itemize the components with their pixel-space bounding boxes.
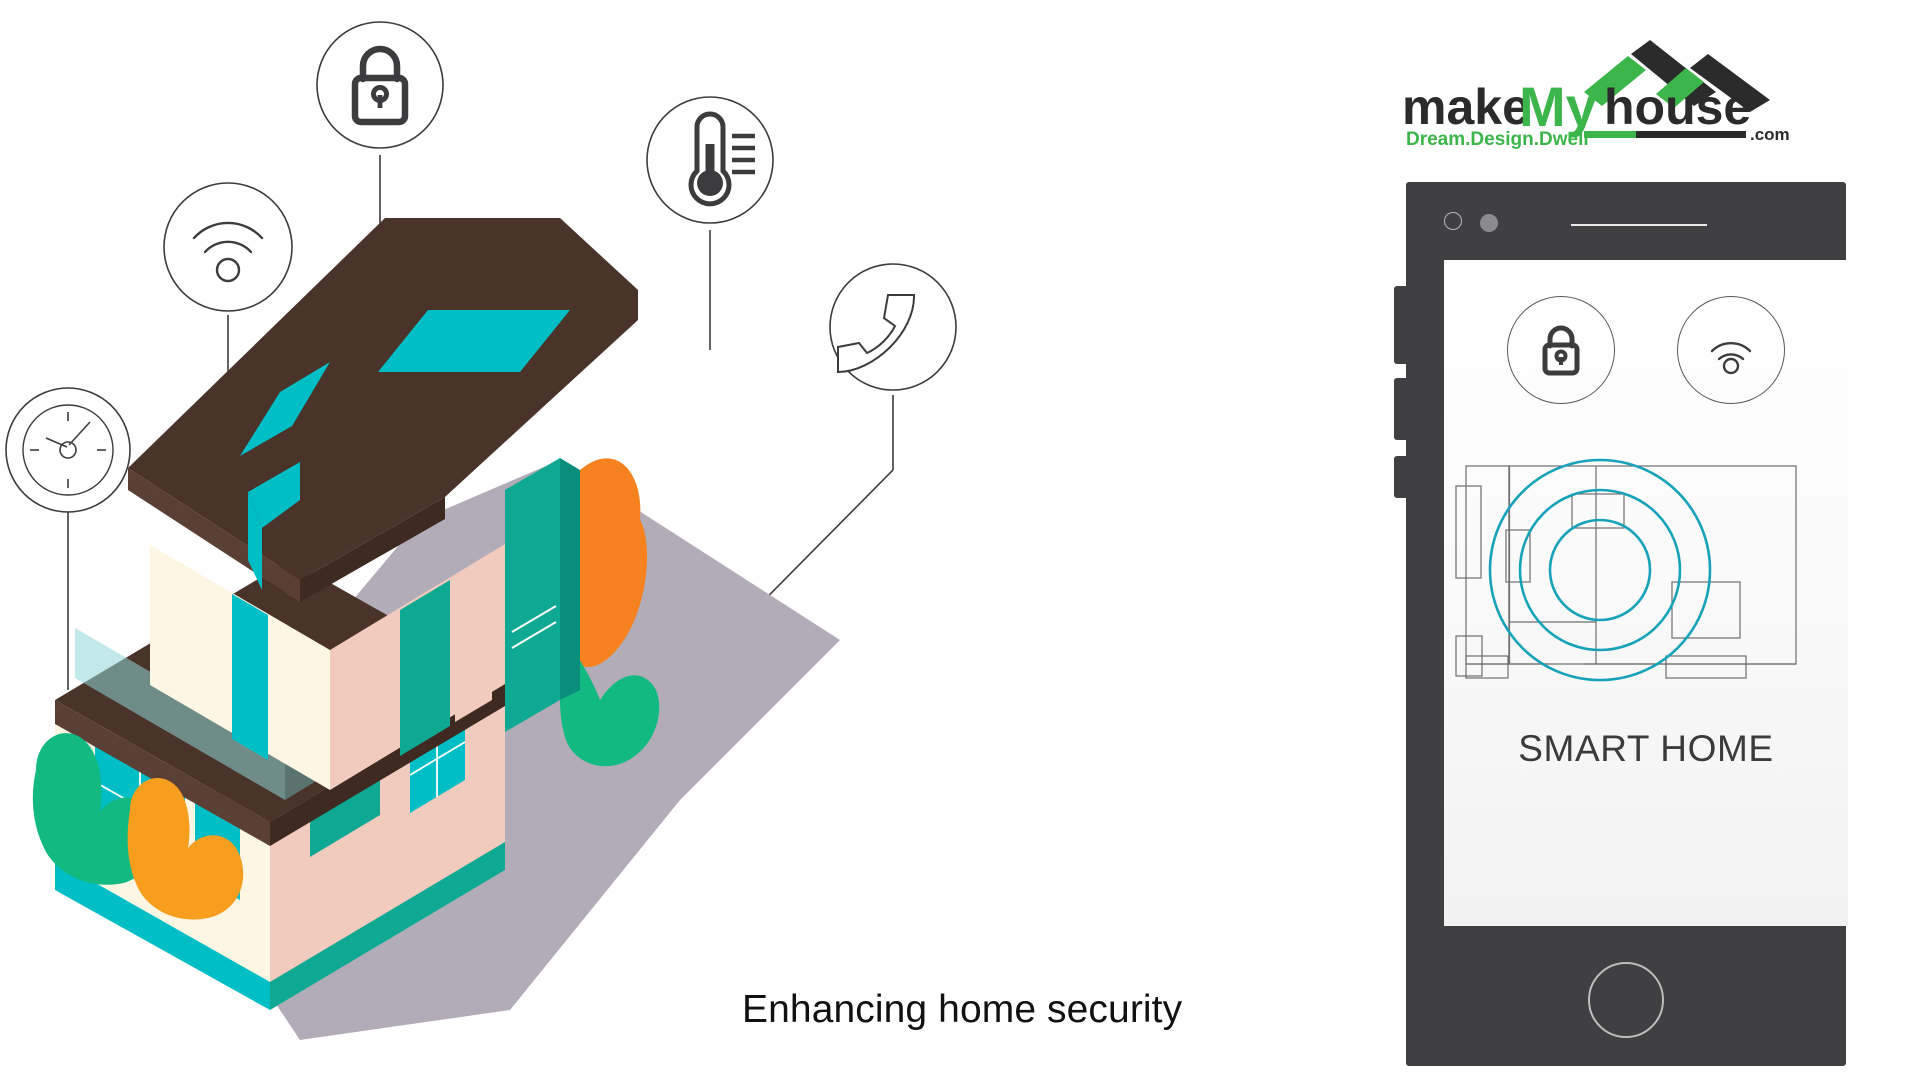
floorplan-diagram xyxy=(1444,448,1848,688)
logo-tagline: Dream.Design.Dwell xyxy=(1406,129,1589,150)
lock-icon xyxy=(1542,325,1580,376)
logo-underline-green xyxy=(1584,131,1636,138)
signal-ring-mid xyxy=(1518,488,1682,652)
phone-screen[interactable]: SMART HOME xyxy=(1444,260,1848,926)
logo-text-make: make xyxy=(1402,79,1530,135)
logo-text-domain: .com xyxy=(1750,125,1790,144)
app-lock-button[interactable] xyxy=(1507,296,1615,404)
column-teal-upper-right xyxy=(400,580,450,756)
tower-teal-side xyxy=(560,458,580,700)
signal-rings xyxy=(1488,458,1712,682)
phone-icon xyxy=(829,263,957,391)
pillar-blush xyxy=(455,555,492,722)
right-panel: make My house .com Dream.Design.Dwell SM… xyxy=(1380,0,1920,1080)
column-teal-upper-left xyxy=(232,594,268,760)
wifi-icon xyxy=(163,182,293,312)
signal-ring-outer xyxy=(1488,458,1712,682)
logo-text-house: house xyxy=(1604,79,1751,135)
canvas-root: Enhancing home security make My house .c… xyxy=(0,0,1920,1080)
proximity-sensor-icon xyxy=(1480,214,1498,232)
home-button[interactable] xyxy=(1588,962,1664,1038)
thermometer-icon xyxy=(646,96,774,224)
logo-underline-dark xyxy=(1636,131,1746,138)
app-wifi-button[interactable] xyxy=(1677,296,1785,404)
smart-house-illustration xyxy=(0,0,1080,1080)
earpiece-speaker xyxy=(1571,224,1707,226)
wifi-icon xyxy=(1710,341,1752,375)
page-caption: Enhancing home security xyxy=(742,988,1183,1031)
tower-teal-face xyxy=(505,458,560,732)
phone-frame: SMART HOME xyxy=(1406,182,1848,1066)
front-camera-icon xyxy=(1444,212,1462,230)
signal-ring-inner xyxy=(1548,518,1652,622)
phone-mockup: SMART HOME xyxy=(1386,182,1848,1066)
app-icon-row xyxy=(1444,296,1848,404)
lock-icon xyxy=(316,21,444,149)
screen-title: SMART HOME xyxy=(1518,728,1774,769)
clock-icon xyxy=(5,387,131,513)
brand-logo[interactable]: make My house .com Dream.Design.Dwell xyxy=(1398,38,1808,150)
